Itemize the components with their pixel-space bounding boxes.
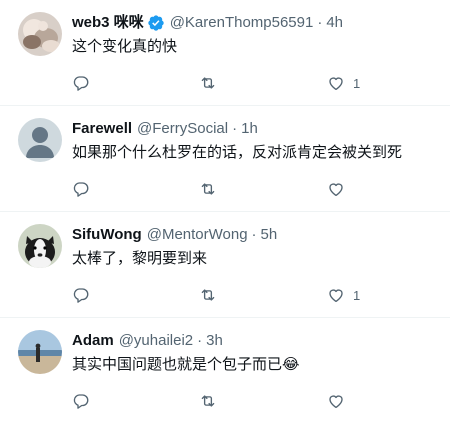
author-name[interactable]: Farewell <box>72 119 132 139</box>
tweet-text: 其实中国问题也就是个包子而已😂 <box>72 354 442 374</box>
author-handle[interactable]: @yuhailei2 <box>119 331 193 351</box>
reply-icon <box>72 286 90 304</box>
separator: · <box>197 332 203 349</box>
reply-button[interactable] <box>72 72 90 94</box>
timestamp[interactable]: 5h <box>261 225 278 245</box>
retweet-button[interactable] <box>199 390 217 412</box>
avatar[interactable] <box>18 330 62 374</box>
author-handle[interactable]: @KarenThomp56591 <box>170 13 314 33</box>
author-name[interactable]: web3 咪咪 <box>72 13 144 33</box>
tweet[interactable]: SifuWong @MentorWong · 5h 太棒了，黎明要到来 1 <box>0 212 450 318</box>
tweet-actions: 1 <box>72 72 420 94</box>
tweet-text: 这个变化真的快 <box>72 37 178 55</box>
heart-icon <box>327 74 345 92</box>
tweet-header: SifuWong @MentorWong · 5h <box>72 225 442 245</box>
tweet-header: Adam @yuhailei2 · 3h <box>72 331 442 351</box>
tweet[interactable]: Adam @yuhailei2 · 3h 其实中国问题也就是个包子而已😂 <box>0 318 450 427</box>
retweet-icon <box>199 286 217 304</box>
tears-of-joy-emoji: 😂 <box>282 355 300 373</box>
separator: · <box>251 226 257 243</box>
tweet-actions <box>72 178 420 200</box>
retweet-icon <box>199 180 217 198</box>
tweet-text-content: 其实中国问题也就是个包子而已 <box>72 355 283 373</box>
author-name[interactable]: SifuWong <box>72 225 142 245</box>
like-button[interactable]: 1 <box>327 72 360 94</box>
like-count: 1 <box>353 287 361 303</box>
like-count: 1 <box>353 75 361 91</box>
like-button[interactable]: 1 <box>327 284 360 306</box>
author-handle[interactable]: @FerrySocial <box>137 119 228 139</box>
tweet-header: web3 咪咪 @KarenThomp56591 · 4h <box>72 13 442 33</box>
tweet-actions <box>72 390 420 412</box>
reply-icon <box>72 392 90 410</box>
avatar[interactable] <box>18 224 62 268</box>
retweet-button[interactable] <box>199 178 217 200</box>
tweet[interactable]: web3 咪咪 @KarenThomp56591 · 4h 这个变化真的快 1 <box>0 0 450 106</box>
tweet-header: Farewell @FerrySocial · 1h <box>72 119 442 139</box>
like-button[interactable] <box>327 390 353 412</box>
separator: · <box>232 120 238 137</box>
timestamp[interactable]: 3h <box>206 331 223 351</box>
reply-feed: web3 咪咪 @KarenThomp56591 · 4h 这个变化真的快 1 … <box>0 0 450 427</box>
tweet-text: 如果那个什么杜罗在的话，反对派肯定会被关到死 <box>72 143 403 161</box>
tweet[interactable]: Farewell @FerrySocial · 1h 如果那个什么杜罗在的话，反… <box>0 106 450 212</box>
timestamp[interactable]: 1h <box>241 119 258 139</box>
retweet-icon <box>199 74 217 92</box>
avatar[interactable] <box>18 12 62 56</box>
reply-button[interactable] <box>72 390 90 412</box>
tweet-actions: 1 <box>72 284 420 306</box>
reply-button[interactable] <box>72 178 90 200</box>
author-name[interactable]: Adam <box>72 331 114 351</box>
heart-icon <box>327 180 345 198</box>
tweet-text: 太棒了，黎明要到来 <box>72 249 208 267</box>
timestamp[interactable]: 4h <box>326 13 343 33</box>
reply-button[interactable] <box>72 284 90 306</box>
verified-badge-icon <box>147 14 165 32</box>
retweet-icon <box>199 392 217 410</box>
heart-icon <box>327 392 345 410</box>
author-handle[interactable]: @MentorWong <box>147 225 248 245</box>
heart-icon <box>327 286 345 304</box>
avatar[interactable] <box>18 118 62 162</box>
separator: · <box>317 14 323 31</box>
retweet-button[interactable] <box>199 72 217 94</box>
like-button[interactable] <box>327 178 353 200</box>
reply-icon <box>72 74 90 92</box>
retweet-button[interactable] <box>199 284 217 306</box>
reply-icon <box>72 180 90 198</box>
